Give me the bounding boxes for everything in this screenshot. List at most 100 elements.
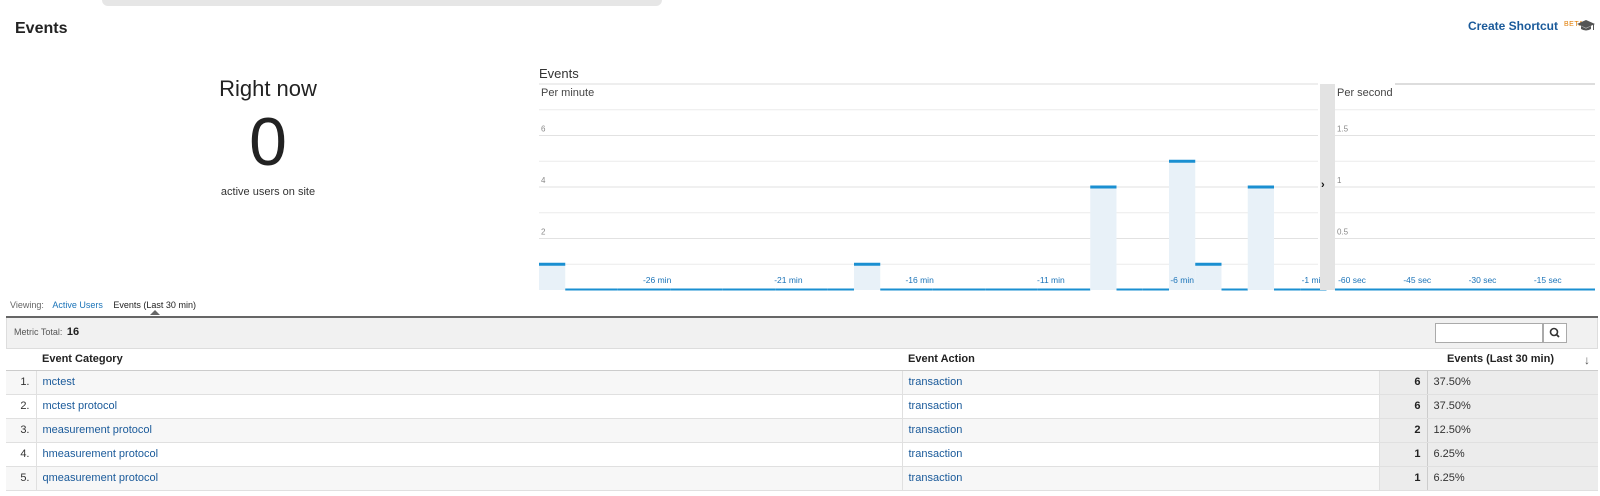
bar-baseline: [749, 288, 776, 291]
x-tick-label: -45 sec: [1403, 275, 1432, 285]
y-tick-label: 6: [541, 125, 546, 134]
x-tick-label: -11 min: [1037, 275, 1065, 285]
event-category-text[interactable]: mctest: [43, 376, 75, 388]
bar-top: [1247, 185, 1274, 189]
x-tick-label: -15 sec: [1534, 275, 1563, 285]
bar-baseline: [1142, 288, 1169, 291]
row-rank: 2.: [6, 394, 37, 419]
tab-active-users[interactable]: Active Users: [52, 300, 103, 310]
event-category-link[interactable]: mctest: [36, 370, 903, 395]
table-search-input[interactable]: [1435, 323, 1543, 343]
metric-total-value: 16: [66, 326, 80, 338]
table-row[interactable]: 2. mctest protocol transaction 6 37.50%: [6, 394, 1598, 419]
event-action-text[interactable]: transaction: [909, 472, 963, 484]
report-panel: Metric Total: 16 Event Category Event Ac…: [6, 316, 1598, 491]
viewing-bar: Viewing: Active Users Events (Last 30 mi…: [10, 300, 196, 310]
table-row[interactable]: 4. hmeasurement protocol transaction 1 6.25%: [6, 442, 1598, 467]
bar: [854, 264, 881, 290]
bar-baseline: [565, 288, 592, 291]
y-tick-label: 0.5: [1337, 228, 1349, 237]
events-count: 1: [1379, 442, 1428, 467]
bar-baseline: [932, 288, 959, 291]
event-action-text[interactable]: transaction: [909, 448, 963, 460]
event-action-text[interactable]: transaction: [909, 400, 963, 412]
x-tick-label: -26 min: [643, 275, 672, 285]
bar-top: [1169, 159, 1196, 163]
table-row[interactable]: 5. qmeasurement protocol transaction 1 6.25%: [6, 466, 1598, 491]
bar: [1247, 187, 1274, 290]
y-tick-label: 1.5: [1337, 125, 1349, 134]
bar-baseline: [670, 288, 697, 291]
bar-baseline: [906, 288, 933, 291]
y-tick-label: 4: [541, 176, 546, 185]
bar-baseline: [827, 288, 854, 291]
event-action-text[interactable]: transaction: [909, 424, 963, 436]
events-count: 2: [1379, 418, 1428, 443]
event-category-link[interactable]: hmeasurement protocol: [36, 442, 903, 467]
bar: [1195, 264, 1222, 290]
event-action-link[interactable]: transaction: [902, 442, 1380, 467]
sort-descending-icon[interactable]: ↓: [1584, 353, 1590, 367]
bar-baseline: [591, 288, 618, 291]
search-button[interactable]: [1543, 323, 1567, 343]
event-category-link[interactable]: measurement protocol: [36, 418, 903, 443]
bar-baseline: [644, 288, 671, 291]
bar-baseline: [1037, 288, 1064, 291]
bar-top: [539, 262, 566, 266]
metric-total-bar: Metric Total: 16: [6, 318, 1598, 349]
events-percent: 12.50%: [1427, 418, 1598, 443]
event-category-text[interactable]: hmeasurement protocol: [43, 448, 159, 460]
event-action-text[interactable]: transaction: [909, 376, 963, 388]
x-tick-label: -16 min: [905, 275, 934, 285]
events-percent: 37.50%: [1427, 370, 1598, 395]
event-action-link[interactable]: transaction: [902, 418, 1380, 443]
bar-top: [854, 262, 881, 266]
bar-baseline: [1064, 288, 1091, 291]
event-category-link[interactable]: qmeasurement protocol: [36, 466, 903, 491]
active-tab-indicator: [150, 310, 160, 315]
bar-baseline: [985, 288, 1012, 291]
column-header-events[interactable]: Events (Last 30 min): [1379, 349, 1598, 371]
bar-baseline: [617, 288, 644, 291]
table-header-row: Event Category Event Action Events (Last…: [6, 349, 1598, 371]
chevron-right-icon[interactable]: ›: [1321, 179, 1325, 191]
event-action-link[interactable]: transaction: [902, 466, 1380, 491]
bar-baseline: [1011, 288, 1038, 291]
events-count: 6: [1379, 370, 1428, 395]
events-percent: 6.25%: [1427, 442, 1598, 467]
search-icon: [1549, 327, 1560, 338]
bar-baseline: [775, 288, 802, 291]
event-category-text[interactable]: mctest protocol: [43, 400, 118, 412]
events-table: Event Category Event Action Events (Last…: [6, 349, 1598, 491]
event-category-link[interactable]: mctest protocol: [36, 394, 903, 419]
y-tick-label: 1: [1337, 176, 1342, 185]
x-tick-label: -21 min: [774, 275, 803, 285]
row-rank: 3.: [6, 418, 37, 443]
events-chart: 246-26 min -21 min -16 min -11 min -6 min -1 …: [539, 83, 1595, 291]
column-header-event-category[interactable]: Event Category: [6, 349, 902, 371]
row-rank: 1.: [6, 370, 37, 395]
x-tick-label: -6 min: [1170, 275, 1194, 285]
event-action-link[interactable]: transaction: [902, 370, 1380, 395]
tab-events-last-30-min[interactable]: Events (Last 30 min): [113, 300, 196, 310]
events-percent: 6.25%: [1427, 466, 1598, 491]
column-header-event-action[interactable]: Event Action: [902, 349, 1379, 371]
bar-baseline: [696, 288, 723, 291]
table-row[interactable]: 3. measurement protocol transaction 2 12.50%: [6, 418, 1598, 443]
metric-total-caption: Metric Total:: [14, 327, 63, 337]
row-rank: 5.: [6, 466, 37, 491]
y-tick-label: 2: [541, 228, 546, 237]
x-tick-label: -60 sec: [1338, 275, 1367, 285]
event-category-text[interactable]: measurement protocol: [43, 424, 152, 436]
table-row[interactable]: 1. mctest transaction 6 37.50%: [6, 370, 1598, 395]
baseline: [1335, 288, 1595, 291]
bar-baseline: [880, 288, 907, 291]
bar-baseline: [722, 288, 749, 291]
event-action-link[interactable]: transaction: [902, 394, 1380, 419]
bar: [1090, 187, 1117, 290]
event-category-text[interactable]: qmeasurement protocol: [43, 472, 159, 484]
row-rank: 4.: [6, 442, 37, 467]
bar-baseline: [1274, 288, 1301, 291]
x-tick-label: -30 sec: [1469, 275, 1498, 285]
bar-baseline: [959, 288, 986, 291]
